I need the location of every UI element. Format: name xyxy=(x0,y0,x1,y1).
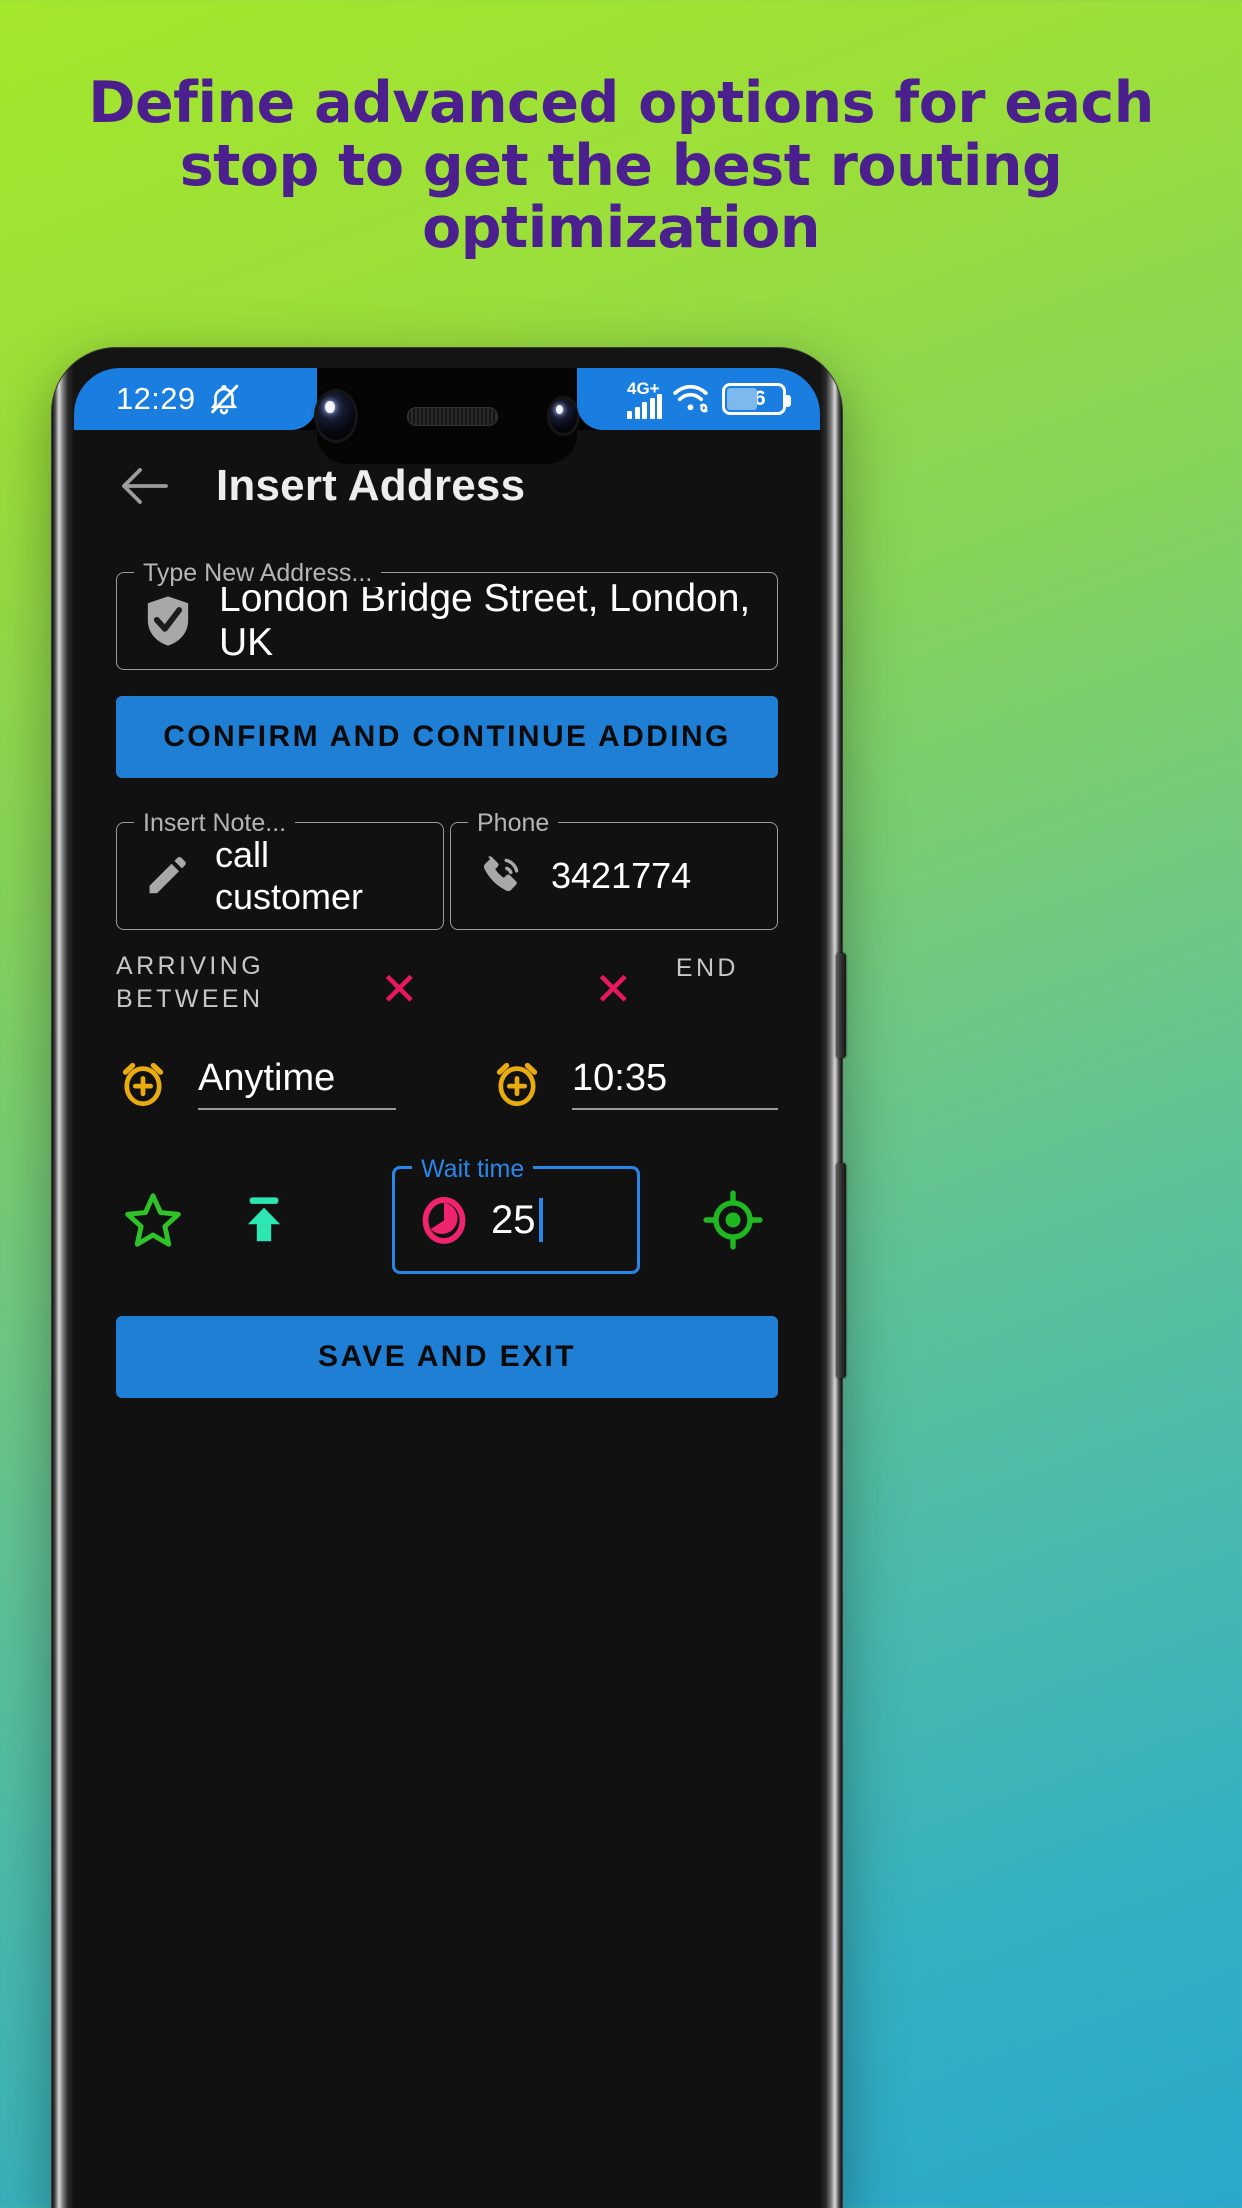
address-field-wrapper: Type New Address... London Bridge Street… xyxy=(116,559,778,670)
battery-fill xyxy=(727,388,758,410)
device-screen-area: 12:29 4G+ Insert Address Type New Addres… xyxy=(74,368,820,2208)
arriving-label-line1: ARRIVING xyxy=(116,952,265,980)
status-bar-left: 12:29 xyxy=(74,368,317,430)
move-to-top-arrow-icon[interactable] xyxy=(214,1192,314,1248)
cellular-signal-icon: 4G+ xyxy=(627,380,662,419)
clear-end-time-icon[interactable]: ✕ xyxy=(594,966,636,1012)
battery-icon: 56 xyxy=(722,383,791,415)
page-title: Insert Address xyxy=(216,461,526,510)
start-time-value[interactable]: Anytime xyxy=(198,1057,396,1110)
alarm-add-icon[interactable] xyxy=(490,1056,544,1110)
pencil-icon xyxy=(143,853,189,899)
note-field-label: Insert Note... xyxy=(134,809,296,837)
wait-time-value: 25 xyxy=(491,1197,536,1242)
phone-field-label: Phone xyxy=(468,809,559,837)
front-camera-main-icon xyxy=(317,392,355,440)
phone-ring-icon xyxy=(477,852,525,900)
power-button[interactable] xyxy=(836,1163,846,1378)
volume-button[interactable] xyxy=(836,953,846,1058)
note-value: call customer xyxy=(215,834,364,917)
options-row: Wait time 25 xyxy=(116,1155,778,1274)
phone-input[interactable]: Phone 3421774 xyxy=(450,809,778,930)
end-time-cell[interactable]: 10:35 xyxy=(490,1056,778,1110)
signal-bars-icon xyxy=(627,393,662,419)
time-inputs-row: Anytime 10:35 xyxy=(116,1056,778,1110)
arriving-label-line2: BETWEEN xyxy=(116,985,264,1013)
display-notch xyxy=(317,368,577,464)
arriving-between-label: ARRIVING BETWEEN xyxy=(116,950,286,1016)
wifi-icon xyxy=(672,383,712,415)
app-screen: 12:29 4G+ Insert Address Type New Addres… xyxy=(74,368,820,2208)
status-bar-right: 4G+ 56 xyxy=(577,368,820,430)
star-outline-icon[interactable] xyxy=(116,1189,190,1251)
address-input[interactable]: Type New Address... London Bridge Street… xyxy=(116,559,778,670)
phone-device-frame: 12:29 4G+ Insert Address Type New Addres… xyxy=(52,348,846,2208)
status-bar: 12:29 4G+ xyxy=(74,368,820,464)
alarm-add-icon[interactable] xyxy=(116,1056,170,1110)
front-camera-secondary-icon xyxy=(550,399,577,433)
end-time-value[interactable]: 10:35 xyxy=(572,1057,778,1110)
status-time: 12:29 xyxy=(116,381,196,416)
time-window-labels-row: ARRIVING BETWEEN ✕ ✕ END xyxy=(116,950,778,1016)
save-and-exit-button[interactable]: SAVE AND EXIT xyxy=(116,1316,778,1398)
back-arrow-icon[interactable] xyxy=(118,464,170,508)
wait-time-field-label: Wait time xyxy=(412,1155,534,1183)
text-caret xyxy=(538,1197,543,1242)
timer-pie-icon xyxy=(417,1191,471,1249)
earpiece-speaker xyxy=(406,406,499,426)
promo-headline: Define advanced options for each stop to… xyxy=(88,70,1154,262)
start-time-cell[interactable]: Anytime xyxy=(116,1056,490,1110)
address-value: London Bridge Street, London, UK xyxy=(219,577,751,664)
wait-time-value-wrapper: 25 xyxy=(491,1197,543,1243)
note-input[interactable]: Insert Note... call customer xyxy=(116,809,444,930)
address-field-label: Type New Address... xyxy=(134,559,382,587)
bell-muted-icon xyxy=(207,382,241,416)
wait-time-input[interactable]: Wait time 25 xyxy=(392,1155,640,1274)
end-label: END xyxy=(675,954,739,982)
shield-check-icon xyxy=(143,593,193,649)
clear-start-time-icon[interactable]: ✕ xyxy=(380,966,422,1012)
phone-value: 3421774 xyxy=(551,855,692,896)
confirm-and-continue-button[interactable]: CONFIRM AND CONTINUE ADDING xyxy=(116,696,778,778)
gps-target-icon[interactable] xyxy=(702,1189,764,1251)
note-phone-row: Insert Note... call customer Phone 34217… xyxy=(116,809,778,930)
